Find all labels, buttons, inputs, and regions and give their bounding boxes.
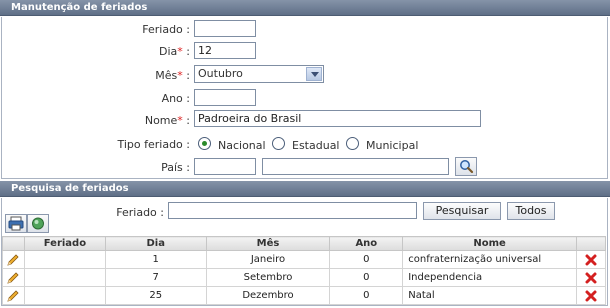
cell-ano: 0 xyxy=(329,268,404,287)
pesquisar-button[interactable]: Pesquisar xyxy=(423,202,501,220)
table-header-row: Feriado Dia Mês Ano Nome xyxy=(2,236,607,251)
dia-input[interactable]: 12 xyxy=(194,42,256,59)
table-row: 1 Janeiro 0 confraternização universal xyxy=(2,250,607,269)
cell-mes: Setembro xyxy=(205,268,331,287)
pencil-icon[interactable] xyxy=(6,289,20,303)
delete-cell[interactable] xyxy=(575,268,607,287)
search-panel-title: Pesquisa de feriados xyxy=(11,183,129,194)
cell-nome: Independencia xyxy=(402,268,577,287)
delete-cell[interactable] xyxy=(575,286,607,305)
cell-mes: Dezembro xyxy=(205,286,331,305)
maintenance-panel-title: Manutenção de feriados xyxy=(11,2,148,13)
nome-label: Nome* : xyxy=(144,114,190,127)
table-row: 7 Setembro 0 Independencia xyxy=(2,268,607,287)
cell-nome: confraternização universal xyxy=(402,250,577,269)
mes-selected-value: Outubro xyxy=(198,67,243,80)
cell-ano: 0 xyxy=(329,250,404,269)
nome-input[interactable]: Padroeira do Brasil xyxy=(194,110,481,127)
edit-cell[interactable] xyxy=(2,268,25,287)
radio-estadual[interactable] xyxy=(272,137,285,150)
table-row: 25 Dezembro 0 Natal xyxy=(2,286,607,305)
todos-button[interactable]: Todos xyxy=(507,202,555,220)
delete-column-header xyxy=(575,236,607,251)
maintenance-panel-header: Manutenção de feriados xyxy=(0,0,610,16)
search-pais-button[interactable] xyxy=(455,157,477,176)
cell-dia: 7 xyxy=(104,268,207,287)
cell-feriado xyxy=(23,286,106,305)
ano-label: Ano : xyxy=(161,92,190,105)
cell-mes: Janeiro xyxy=(205,250,331,269)
mes-label: Mês* : xyxy=(155,69,190,82)
magnifier-icon xyxy=(460,160,474,174)
pesquisa-feriado-label: Feriado : xyxy=(116,206,164,219)
ano-input[interactable] xyxy=(194,89,256,106)
holidays-table: Feriado Dia Mês Ano Nome 1 Janeiro 0 con… xyxy=(2,236,607,305)
feriado-code-input[interactable] xyxy=(194,20,256,37)
radio-municipal[interactable] xyxy=(346,137,359,150)
chevron-down-icon[interactable] xyxy=(306,67,322,81)
radio-estadual-label[interactable]: Estadual xyxy=(292,139,340,152)
delete-x-icon[interactable] xyxy=(584,253,598,267)
globe-button[interactable] xyxy=(27,214,49,233)
pencil-icon[interactable] xyxy=(6,271,20,285)
cell-dia: 1 xyxy=(104,250,207,269)
column-header-mes[interactable]: Mês xyxy=(205,236,331,251)
pesquisa-feriado-input[interactable] xyxy=(168,202,417,219)
delete-cell[interactable] xyxy=(575,250,607,269)
column-header-dia[interactable]: Dia xyxy=(104,236,207,251)
dia-label: Dia* : xyxy=(159,45,190,58)
radio-municipal-label[interactable]: Municipal xyxy=(366,139,418,152)
column-header-nome[interactable]: Nome xyxy=(402,236,577,251)
cell-ano: 0 xyxy=(329,286,404,305)
tipo-feriado-label: Tipo feriado : xyxy=(117,138,190,151)
cell-dia: 25 xyxy=(104,286,207,305)
edit-cell[interactable] xyxy=(2,286,25,305)
cell-nome: Natal xyxy=(402,286,577,305)
maintenance-panel-body xyxy=(1,17,608,179)
pais-code-input[interactable] xyxy=(194,158,256,175)
radio-nacional-label[interactable]: Nacional xyxy=(218,139,266,152)
pais-label: País : xyxy=(161,161,190,174)
column-header-ano[interactable]: Ano xyxy=(329,236,404,251)
pencil-icon[interactable] xyxy=(6,253,20,267)
mes-select[interactable]: Outubro xyxy=(194,65,324,83)
cell-feriado xyxy=(23,250,106,269)
delete-x-icon[interactable] xyxy=(584,271,598,285)
feriado-label: Feriado : xyxy=(142,23,190,36)
cell-feriado xyxy=(23,268,106,287)
globe-icon xyxy=(32,217,44,230)
search-panel-header: Pesquisa de feriados xyxy=(0,181,610,197)
radio-nacional[interactable] xyxy=(198,137,211,150)
pais-name-input[interactable] xyxy=(262,158,449,175)
column-header-feriado[interactable]: Feriado xyxy=(23,236,106,251)
edit-cell[interactable] xyxy=(2,250,25,269)
delete-x-icon[interactable] xyxy=(584,289,598,303)
print-button[interactable] xyxy=(5,214,27,233)
printer-icon xyxy=(8,216,24,231)
edit-column-header xyxy=(2,236,25,251)
